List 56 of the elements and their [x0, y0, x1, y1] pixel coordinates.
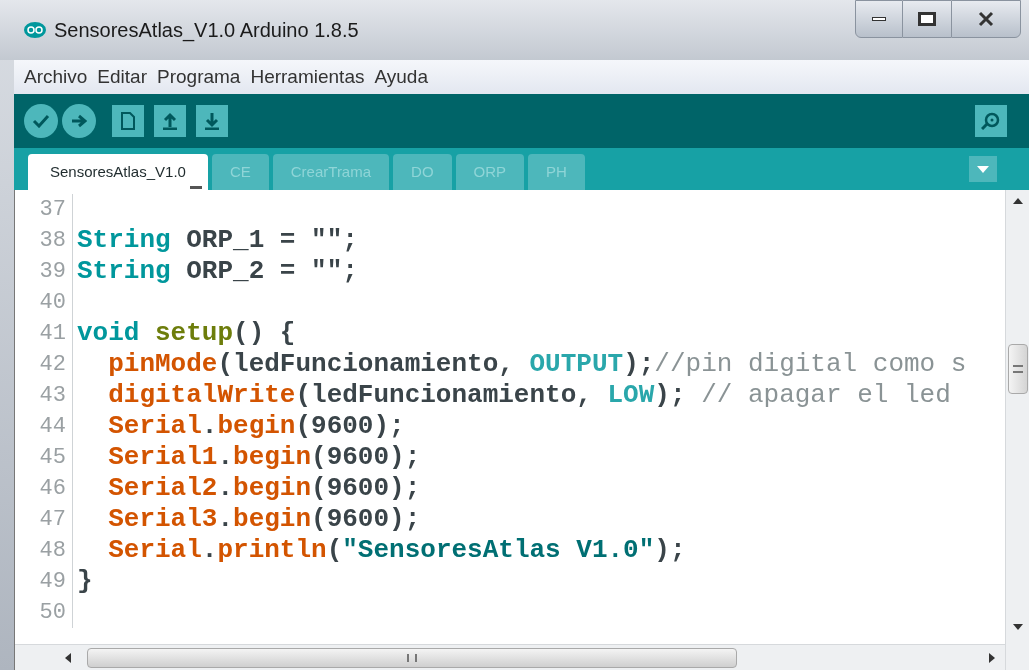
close-button[interactable] — [951, 0, 1021, 38]
scroll-up-icon — [1012, 198, 1023, 204]
line-number: 48 — [15, 535, 73, 566]
line-number: 44 — [15, 411, 73, 442]
save-button[interactable] — [196, 105, 228, 137]
menu-item[interactable]: Editar — [97, 62, 147, 92]
new-button[interactable] — [112, 105, 144, 137]
scroll-right-icon — [989, 652, 995, 663]
code-line: Serial2.begin(9600); — [107, 473, 421, 504]
menu-item[interactable]: Ayuda — [374, 62, 428, 92]
document-icon — [121, 112, 135, 130]
verify-button[interactable] — [24, 104, 58, 138]
horizontal-scrollbar-thumb[interactable] — [87, 647, 737, 668]
down-arrow-icon — [204, 112, 220, 130]
menu-item[interactable]: Archivo — [24, 62, 88, 92]
file-tab[interactable]: SensoresAtlas_V1.0 — [28, 154, 208, 190]
line-number: 50 — [15, 597, 73, 628]
menu-item[interactable]: Programa — [157, 62, 241, 92]
checkmark-icon — [32, 114, 50, 128]
line-number: 49 — [15, 566, 73, 597]
code-line: Serial.begin(9600); — [107, 411, 405, 442]
line-number: 42 — [15, 349, 73, 380]
up-arrow-icon — [162, 112, 178, 130]
scroll-left-icon — [65, 652, 71, 663]
right-arrow-icon — [71, 114, 87, 128]
close-icon — [978, 11, 994, 27]
line-number: 40 — [15, 287, 73, 318]
code-line: pinMode(ledFuncionamiento, OUTPUT);//pin digital como s — [107, 349, 967, 380]
code-line: Serial3.begin(9600); — [107, 504, 421, 535]
code-line: String ORP_1 = ""; — [77, 225, 358, 256]
open-button[interactable] — [154, 105, 186, 137]
code-line: String ORP_2 = ""; — [77, 256, 358, 287]
app-logo-icon — [24, 22, 46, 38]
menu-item[interactable]: Herramientas — [250, 62, 365, 92]
line-number: 46 — [15, 473, 73, 504]
scroll-down-icon — [1012, 624, 1023, 630]
line-number: 39 — [15, 256, 73, 287]
tab-menu-button[interactable] — [969, 156, 997, 182]
line-number: 37 — [15, 194, 73, 225]
line-number: 38 — [15, 225, 73, 256]
maximize-button[interactable] — [903, 0, 951, 38]
vertical-scrollbar-thumb[interactable] — [1007, 344, 1028, 394]
upload-button[interactable] — [62, 104, 96, 138]
search-icon — [981, 112, 1001, 130]
line-number: 41 — [15, 318, 73, 349]
code-line: digitalWrite(ledFuncionamiento, LOW); // apagar el led — [107, 380, 951, 411]
code-line: Serial1.begin(9600); — [107, 442, 421, 473]
line-number: 45 — [15, 442, 73, 473]
serial-monitor-button[interactable] — [975, 105, 1007, 137]
code-line: void setup() { — [77, 318, 296, 349]
dropdown-arrow-icon — [977, 165, 989, 173]
line-number: 47 — [15, 504, 73, 535]
code-line: Serial.println("SensoresAtlas V1.0"); — [107, 535, 686, 566]
window-title: SensoresAtlas_V1.0 Arduino 1.8.5 — [54, 18, 359, 44]
code-line: } — [77, 566, 93, 597]
line-number: 43 — [15, 380, 73, 411]
